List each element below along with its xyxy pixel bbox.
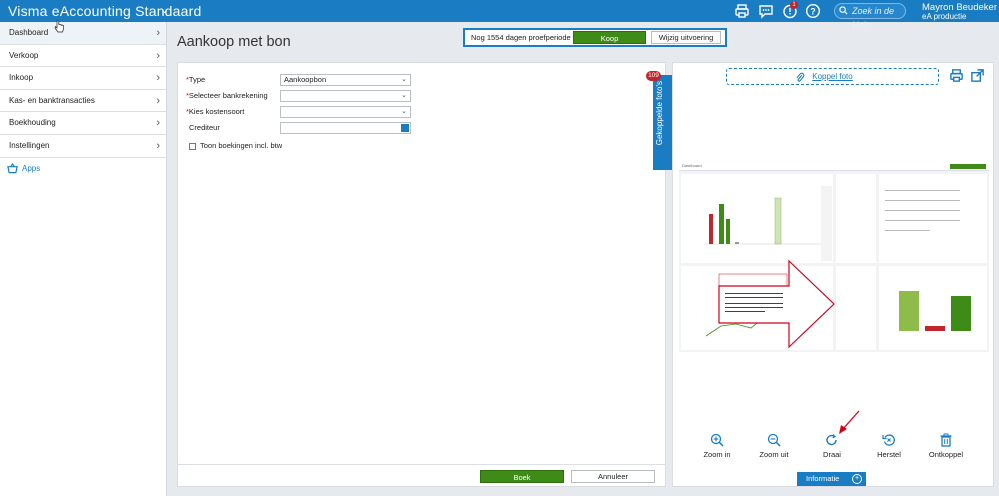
link-photo-button[interactable]: Koppel foto bbox=[726, 68, 939, 85]
sidebar-item-boekhouding[interactable]: Boekhouding › bbox=[0, 112, 166, 135]
basket-icon bbox=[7, 162, 18, 173]
creditor-input[interactable] bbox=[280, 122, 411, 134]
bank-account-label: *Selecteer bankrekening bbox=[186, 91, 268, 100]
change-plan-button[interactable]: Wijzig uitvoering bbox=[651, 31, 721, 44]
notification-badge: 1 bbox=[790, 1, 798, 9]
user-organization: eA productie bbox=[922, 12, 967, 21]
hand-cursor-icon bbox=[54, 20, 64, 33]
cost-type-select[interactable]: ⌄ bbox=[280, 106, 411, 118]
sidebar-item-apps[interactable]: Apps bbox=[0, 158, 166, 180]
chevron-right-icon: › bbox=[156, 49, 160, 62]
print-icon[interactable] bbox=[734, 3, 750, 19]
cost-type-label: *Kies kostensoort bbox=[186, 107, 245, 116]
chevron-right-icon: › bbox=[156, 72, 160, 85]
help-icon[interactable]: ? bbox=[805, 3, 821, 19]
sidebar-item-verkoop[interactable]: Verkoop › bbox=[0, 45, 166, 68]
zoom-in-button[interactable]: Zoom in bbox=[697, 433, 737, 459]
chevron-right-icon: › bbox=[156, 117, 160, 130]
chevron-down-icon[interactable]: ⌄ bbox=[160, 3, 169, 16]
chevron-down-icon: ⌄ bbox=[401, 76, 407, 83]
svg-text:?: ? bbox=[810, 6, 816, 16]
paperclip-icon bbox=[796, 72, 805, 82]
vat-checkbox[interactable] bbox=[189, 143, 196, 150]
chevron-right-icon: › bbox=[156, 27, 160, 39]
sidebar: Dashboard › Verkoop › Inkoop › Kas- en bank… bbox=[0, 22, 167, 496]
form-footer: Boek Annuleer bbox=[178, 464, 665, 488]
chat-icon[interactable] bbox=[758, 3, 774, 19]
app-title[interactable]: Visma eAccounting Standaard bbox=[8, 3, 201, 19]
lookup-icon[interactable] bbox=[401, 124, 409, 132]
linked-photos-tab[interactable]: Gekoppelde foto's bbox=[653, 75, 672, 170]
zoom-out-icon bbox=[767, 433, 781, 447]
type-label: *Type bbox=[186, 75, 206, 84]
search-icon bbox=[839, 6, 848, 15]
chevron-down-icon: ⌄ bbox=[401, 92, 407, 99]
photo-count-badge: 109 bbox=[646, 71, 661, 81]
creditor-label: Crediteur bbox=[189, 123, 220, 132]
sidebar-item-inkoop[interactable]: Inkoop › bbox=[0, 67, 166, 90]
reset-icon bbox=[882, 434, 895, 446]
information-tab[interactable]: Informatie + bbox=[797, 472, 866, 486]
sidebar-item-kas-bank[interactable]: Kas- en banktransacties › bbox=[0, 90, 166, 113]
photo-preview[interactable]: Dashboard bbox=[679, 163, 989, 352]
plus-icon: + bbox=[852, 474, 862, 484]
trash-icon bbox=[940, 433, 952, 447]
top-bar: Visma eAccounting Standaard ⌄ 1 ? Zoek i… bbox=[0, 0, 999, 30]
expand-icon[interactable] bbox=[970, 68, 985, 88]
page-title: Aankoop met bon bbox=[177, 34, 291, 50]
reset-button[interactable]: Herstel bbox=[869, 433, 909, 459]
sidebar-item-instellingen[interactable]: Instellingen › bbox=[0, 135, 166, 158]
help-search-input[interactable]: Zoek in de Help bbox=[834, 3, 906, 30]
vat-checkbox-label: Toon boekingen incl. btw bbox=[200, 141, 283, 150]
annotation-pointer-arrow bbox=[839, 410, 860, 434]
type-select[interactable]: Aankoopbon ⌄ bbox=[280, 74, 411, 86]
chevron-right-icon: › bbox=[156, 94, 160, 107]
bank-account-select[interactable]: ⌄ bbox=[280, 90, 411, 102]
search-placeholder: Zoek in de Help bbox=[852, 6, 895, 30]
buy-button[interactable]: Koop bbox=[573, 31, 646, 44]
sidebar-item-dashboard[interactable]: Dashboard › bbox=[0, 22, 166, 45]
annotation-arrow bbox=[718, 259, 835, 349]
book-button[interactable]: Boek bbox=[480, 470, 564, 483]
chevron-right-icon: › bbox=[156, 139, 160, 152]
photo-panel: Koppel foto Dashboard Zoom in Zoom uit D… bbox=[672, 62, 994, 487]
print-icon[interactable] bbox=[949, 68, 964, 88]
cancel-button[interactable]: Annuleer bbox=[571, 470, 655, 483]
trial-banner: Nog 1554 dagen proefperiode Koop Wijzig … bbox=[463, 28, 727, 47]
zoom-in-icon bbox=[710, 433, 724, 447]
unlink-button[interactable]: Ontkoppel bbox=[926, 433, 966, 459]
linked-photos-tab-label: Gekoppelde foto's bbox=[655, 81, 664, 146]
receipt-form-panel: *Type Aankoopbon ⌄ *Selecteer bankrekenin… bbox=[177, 62, 666, 487]
chevron-down-icon: ⌄ bbox=[401, 108, 407, 115]
trial-text: Nog 1554 dagen proefperiode bbox=[471, 33, 571, 42]
zoom-out-button[interactable]: Zoom uit bbox=[754, 433, 794, 459]
